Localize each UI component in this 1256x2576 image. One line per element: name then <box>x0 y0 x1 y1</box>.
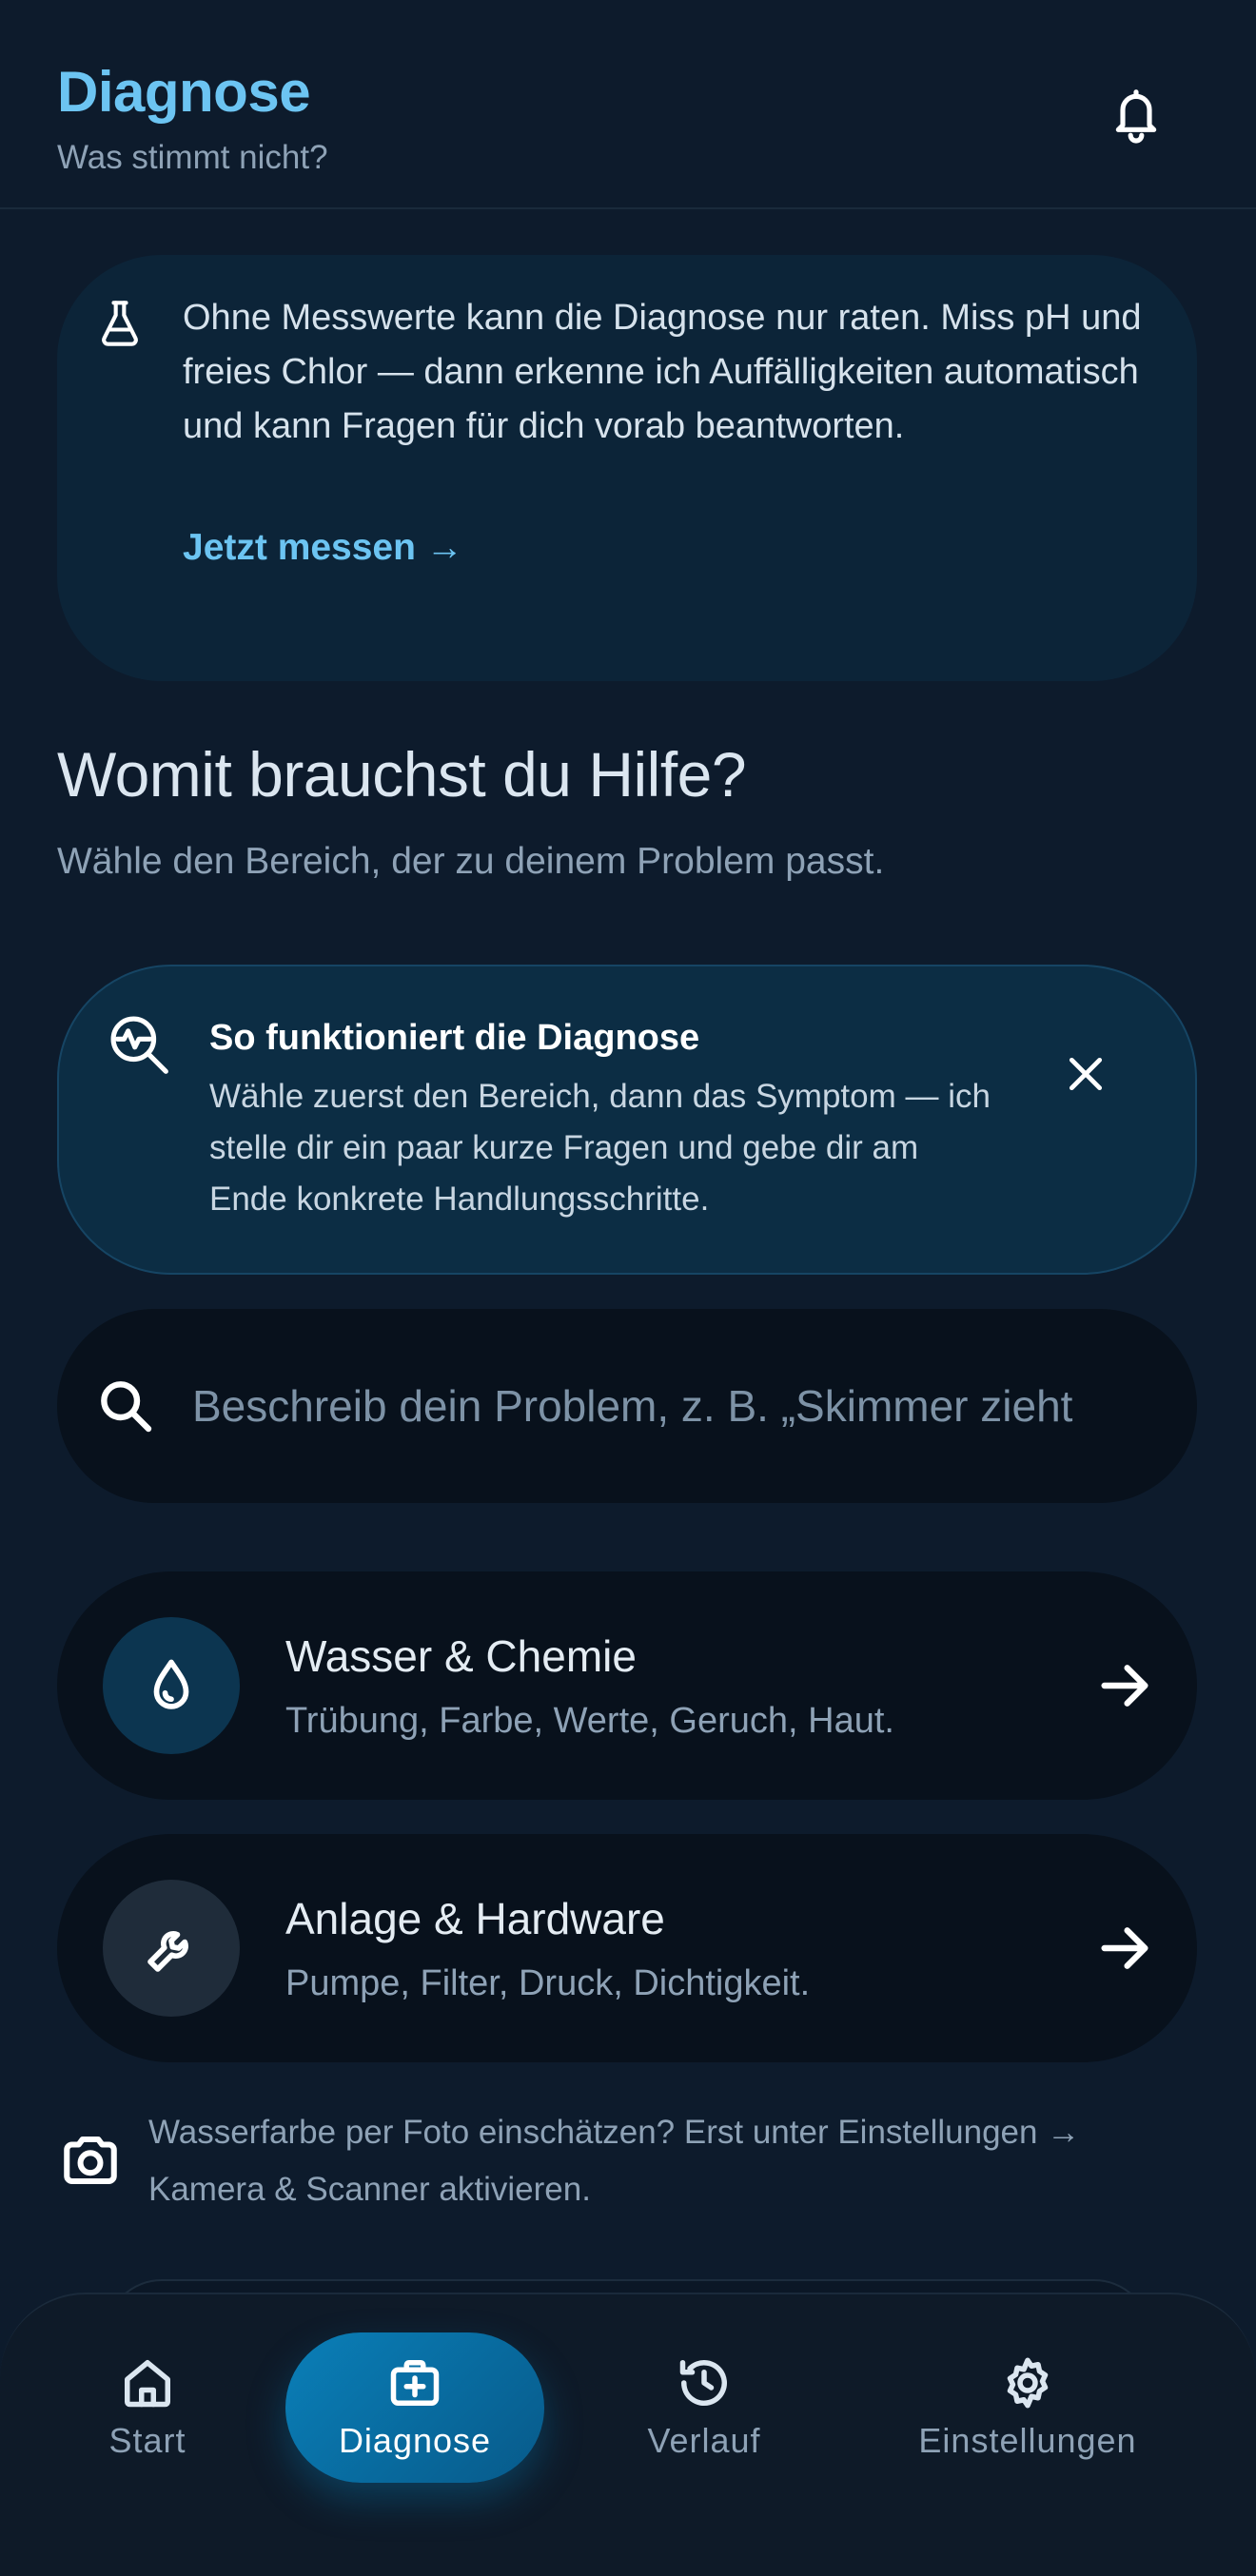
category-description: Pumpe, Filter, Druck, Dichtigkeit. <box>285 1963 811 2003</box>
history-icon <box>679 2360 727 2407</box>
category-equipment-hardware[interactable]: Anlage & Hardware Pumpe, Filter, Druck, … <box>57 1834 1197 2062</box>
measure-now-link[interactable]: Jetzt messen → <box>183 527 463 569</box>
category-water-chemistry[interactable]: Wasser & Chemie Trübung, Farbe, Werte, G… <box>57 1571 1197 1800</box>
how-it-works-text: Wähle zuerst den Bereich, dann das Sympt… <box>209 1078 991 1218</box>
measure-banner-text: Ohne Messwerte kann die Diagnose nur rat… <box>183 298 1142 446</box>
nav-start[interactable]: Start <box>57 2332 238 2483</box>
section-title: Womit brauchst du Hilfe? <box>57 739 747 810</box>
wrench-icon <box>147 1931 188 1972</box>
nav-diagnose[interactable]: Diagnose <box>285 2332 544 2483</box>
how-it-works-title: So funktioniert die Diagnose <box>209 1018 700 1058</box>
nav-label: Einstellungen <box>918 2421 1137 2460</box>
home-icon <box>125 2360 170 2408</box>
nav-label: Verlauf <box>647 2421 761 2460</box>
category-icon-circle <box>103 1617 240 1754</box>
diagnose-screen: Diagnose Was stimmt nicht? Ohne Messwert… <box>0 0 1256 2576</box>
problem-search[interactable] <box>57 1309 1197 1503</box>
category-title: Anlage & Hardware <box>285 1894 665 1943</box>
category-icon-circle <box>103 1880 240 2017</box>
page-title: Diagnose <box>57 60 311 124</box>
nav-label: Start <box>108 2421 186 2460</box>
dismiss-how-it-works-button[interactable] <box>1056 1044 1115 1103</box>
bell-icon <box>1115 89 1157 144</box>
nav-label: Diagnose <box>338 2421 492 2460</box>
flask-icon <box>102 301 138 346</box>
arrow-right-icon <box>1101 1927 1148 1969</box>
page-subtitle: Was stimmt nicht? <box>57 139 328 176</box>
camera-icon <box>64 2136 117 2185</box>
search-input[interactable] <box>192 1353 1182 1459</box>
camera-hint-text: Wasserfarbe per Foto einschätzen? Erst u… <box>148 2114 1081 2208</box>
search-icon <box>101 1381 152 1433</box>
nav-history[interactable]: Verlauf <box>609 2332 799 2483</box>
notifications-button[interactable] <box>1102 80 1170 148</box>
medical-kit-icon <box>390 2360 440 2406</box>
bottom-navigation: Start Diagnose Verlauf Einstellungen <box>0 2293 1256 2576</box>
arrow-right-icon <box>1101 1665 1148 1707</box>
category-title: Wasser & Chemie <box>285 1631 637 1681</box>
diagnosis-search-icon <box>110 1016 168 1074</box>
water-drop-icon <box>153 1659 189 1709</box>
gear-icon <box>1007 2357 1049 2409</box>
category-description: Trübung, Farbe, Werte, Geruch, Haut. <box>285 1701 894 1741</box>
section-subtitle: Wähle den Bereich, der zu deinem Problem… <box>57 841 885 882</box>
close-icon <box>1069 1057 1103 1091</box>
app-header: Diagnose Was stimmt nicht? <box>0 0 1256 209</box>
nav-settings[interactable]: Einstellungen <box>894 2332 1161 2483</box>
